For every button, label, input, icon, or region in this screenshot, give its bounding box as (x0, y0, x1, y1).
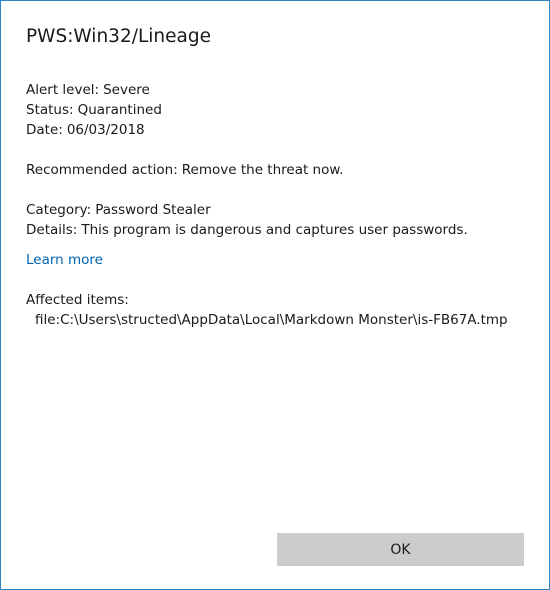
recommended-action-label: Recommended action: (26, 162, 178, 178)
affected-item-type: file: (35, 312, 61, 328)
affected-item-path: C:\Users\structed\AppData\Local\Markdown… (60, 312, 508, 328)
learn-more-link[interactable]: Learn more (26, 252, 103, 268)
details-label: Details: (26, 222, 78, 238)
date-row: Date: 06/03/2018 (26, 120, 145, 140)
category-row: Category: Password Stealer (26, 200, 211, 220)
status-label: Status: (26, 102, 74, 118)
threat-name-title: PWS:Win32/Lineage (26, 26, 211, 47)
alert-level-label: Alert level: (26, 82, 100, 98)
recommended-action-row: Recommended action: Remove the threat now… (26, 160, 343, 180)
details-value: This program is dangerous and captures u… (81, 222, 468, 238)
learn-more-row: Learn more (26, 250, 103, 270)
affected-items-label: Affected items: (26, 292, 129, 308)
status-row: Status: Quarantined (26, 100, 162, 120)
details-row: Details: This program is dangerous and ca… (26, 220, 468, 240)
alert-level-value: Severe (103, 82, 150, 98)
recommended-action-value: Remove the threat now. (181, 162, 344, 178)
status-value: Quarantined (77, 102, 162, 118)
alert-level-row: Alert level: Severe (26, 80, 150, 100)
category-value: Password Stealer (95, 202, 211, 218)
category-label: Category: (26, 202, 92, 218)
ok-button[interactable]: OK (277, 533, 524, 566)
threat-details-dialog: PWS:Win32/Lineage Alert level: Severe Sta… (0, 0, 550, 590)
date-value: 06/03/2018 (66, 122, 145, 138)
affected-item: file:C:\Users\structed\AppData\Local\Mar… (35, 310, 508, 330)
date-label: Date: (26, 122, 63, 138)
